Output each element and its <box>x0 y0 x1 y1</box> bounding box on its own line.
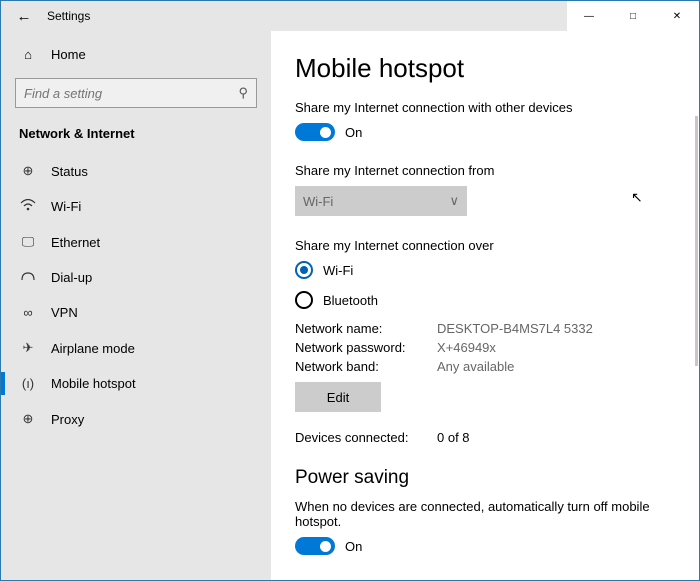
sidebar-item-label: Dial-up <box>51 270 92 285</box>
sidebar-item-vpn[interactable]: ∞ VPN <box>1 295 271 330</box>
ethernet-icon: 🖵 <box>19 234 37 250</box>
net-band-key: Network band: <box>295 359 437 374</box>
page-title: Mobile hotspot <box>295 53 675 84</box>
radio-wifi-button[interactable] <box>295 261 313 279</box>
home-label: Home <box>51 47 86 62</box>
devices-value: 0 of 8 <box>437 430 470 445</box>
radio-bluetooth-label: Bluetooth <box>323 293 378 308</box>
sidebar: ⌂ Home ⚲ Network & Internet ⊕ Status Wi-… <box>1 31 271 580</box>
sidebar-item-airplane[interactable]: ✈ Airplane mode <box>1 330 271 366</box>
sidebar-item-hotspot[interactable]: (ı) Mobile hotspot <box>1 366 271 401</box>
status-icon: ⊕ <box>19 163 37 179</box>
share-toggle-state: On <box>345 125 362 140</box>
close-button[interactable]: ✕ <box>655 1 699 31</box>
devices-key: Devices connected: <box>295 430 437 445</box>
hotspot-icon: (ı) <box>19 376 37 391</box>
net-name-key: Network name: <box>295 321 437 336</box>
edit-button[interactable]: Edit <box>295 382 381 412</box>
net-pass-key: Network password: <box>295 340 437 355</box>
window-title: Settings <box>47 9 90 23</box>
sidebar-item-wifi[interactable]: Wi-Fi <box>1 189 271 224</box>
radio-wifi[interactable]: Wi-Fi <box>295 261 675 279</box>
main-panel: Mobile hotspot Share my Internet connect… <box>271 31 699 580</box>
chevron-down-icon: ∨ <box>449 193 459 209</box>
airplane-icon: ✈ <box>19 340 37 356</box>
sidebar-item-label: Airplane mode <box>51 341 135 356</box>
back-button[interactable]: ← <box>1 8 47 25</box>
sidebar-item-label: Status <box>51 164 88 179</box>
minimize-button[interactable]: ― <box>567 1 611 31</box>
search-icon: ⚲ <box>238 85 248 101</box>
radio-bluetooth-button[interactable] <box>295 291 313 309</box>
wifi-icon <box>19 199 37 214</box>
sidebar-item-label: Ethernet <box>51 235 100 250</box>
share-toggle[interactable] <box>295 123 335 141</box>
over-label: Share my Internet connection over <box>295 238 675 253</box>
from-value: Wi-Fi <box>303 194 333 209</box>
category-header: Network & Internet <box>1 126 271 153</box>
proxy-icon: ⊕ <box>19 411 37 427</box>
sidebar-item-dialup[interactable]: Dial-up <box>1 260 271 295</box>
net-pass-value: X+46949x <box>437 340 496 355</box>
maximize-button[interactable]: □ <box>611 1 655 31</box>
sidebar-item-proxy[interactable]: ⊕ Proxy <box>1 401 271 437</box>
net-band-value: Any available <box>437 359 514 374</box>
sidebar-item-label: Proxy <box>51 412 84 427</box>
vpn-icon: ∞ <box>19 305 37 320</box>
from-dropdown[interactable]: Wi-Fi ∨ <box>295 186 467 216</box>
power-saving-title: Power saving <box>295 467 675 489</box>
radio-bluetooth[interactable]: Bluetooth <box>295 291 675 309</box>
share-label: Share my Internet connection with other … <box>295 100 675 115</box>
home-nav[interactable]: ⌂ Home <box>1 39 271 72</box>
sidebar-item-ethernet[interactable]: 🖵 Ethernet <box>1 224 271 260</box>
power-label: When no devices are connected, automatic… <box>295 499 675 529</box>
sidebar-item-label: Mobile hotspot <box>51 376 136 391</box>
sidebar-item-status[interactable]: ⊕ Status <box>1 153 271 189</box>
net-name-value: DESKTOP-B4MS7L4 5332 <box>437 321 593 336</box>
radio-wifi-label: Wi-Fi <box>323 263 353 278</box>
search-box[interactable]: ⚲ <box>15 78 257 108</box>
home-icon: ⌂ <box>19 47 37 62</box>
sidebar-item-label: VPN <box>51 305 78 320</box>
dialup-icon <box>19 270 37 285</box>
power-toggle-state: On <box>345 539 362 554</box>
power-toggle[interactable] <box>295 537 335 555</box>
sidebar-item-label: Wi-Fi <box>51 199 81 214</box>
search-input[interactable] <box>24 86 238 101</box>
from-label: Share my Internet connection from <box>295 163 675 178</box>
scrollbar[interactable] <box>695 116 698 366</box>
